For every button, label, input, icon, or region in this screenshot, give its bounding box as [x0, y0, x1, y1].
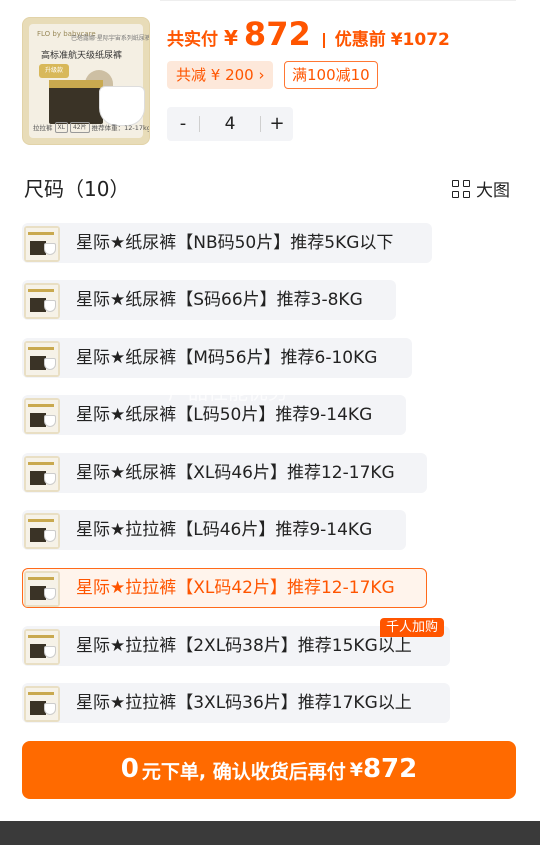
- package-weight: 推荐体重：12-17kg: [91, 124, 150, 132]
- size-option-label: 星际★拉拉裤【XL码42片】推荐12-17KG: [76, 578, 395, 598]
- original-price-value: ¥1072: [390, 30, 450, 50]
- top-divider: [160, 0, 516, 1]
- product-tagline: 巴塔露娜·星际宇宙系列纸尿裤: [71, 35, 150, 42]
- size-option[interactable]: 星际★纸尿裤【XL码46片】推荐12-17KG: [22, 453, 427, 493]
- diaper-box-image: [49, 80, 103, 124]
- buy-now-button[interactable]: 0 元下单, 确认收货后再付 ¥ 872: [22, 741, 516, 799]
- price-row: 共实付 ¥ 872 优惠前 ¥1072: [167, 15, 450, 55]
- size-option[interactable]: 星际★拉拉裤【L码46片】推荐9-14KG: [22, 510, 406, 550]
- cta-price: 872: [362, 754, 418, 784]
- decrement-button[interactable]: -: [167, 107, 199, 141]
- package-count: 42片: [69, 121, 90, 133]
- size-option-thumbnail: [24, 226, 60, 262]
- final-price-value: 872: [243, 15, 311, 53]
- big-view-label: 大图: [476, 181, 510, 201]
- size-option[interactable]: 星际★拉拉裤【3XL码36片】推荐17KG以上: [22, 683, 450, 723]
- final-price-currency: ¥: [224, 26, 238, 50]
- size-option[interactable]: 星际★纸尿裤【S码66片】推荐3-8KG: [22, 280, 396, 320]
- total-discount-button[interactable]: 共减 ¥ 200 ›: [167, 61, 274, 89]
- product-image-packaging: FLO by babycare 巴塔露娜·星际宇宙系列纸尿裤 高标准航天级纸尿裤…: [29, 24, 149, 138]
- size-option[interactable]: 星际★纸尿裤【L码50片】推荐9-14KG: [22, 395, 406, 435]
- package-size: XL: [54, 121, 68, 133]
- product-package-title: 高标准航天级纸尿裤: [41, 51, 123, 61]
- final-price-label: 共实付: [167, 30, 218, 50]
- size-option-thumbnail: [24, 341, 60, 377]
- increment-button[interactable]: +: [261, 107, 293, 141]
- popular-badge: 千人加购: [380, 618, 445, 637]
- product-image[interactable]: FLO by babycare 巴塔露娜·星际宇宙系列纸尿裤 高标准航天级纸尿裤…: [22, 17, 150, 145]
- product-package-badge: 升级款: [39, 64, 69, 78]
- size-option-thumbnail: [24, 571, 60, 607]
- big-view-toggle[interactable]: 大图: [452, 176, 510, 201]
- product-package-footer: 拉拉裤 XL 42片 推荐体重：12-17kg: [33, 120, 149, 134]
- cta-currency: ¥: [349, 759, 363, 781]
- size-option-label: 星际★纸尿裤【XL码46片】推荐12-17KG: [76, 463, 395, 483]
- price-divider: [322, 32, 325, 48]
- cta-text: 元下单, 确认收货后再付: [141, 760, 346, 783]
- size-option-thumbnail: [24, 629, 60, 665]
- size-option-label: 星际★纸尿裤【S码66片】推荐3-8KG: [76, 290, 363, 310]
- size-option[interactable]: 星际★纸尿裤【NB码50片】推荐5KG以下: [22, 223, 432, 263]
- quantity-input[interactable]: 4: [200, 114, 260, 134]
- size-option-thumbnail: [24, 398, 60, 434]
- grid-view-icon: [452, 179, 470, 198]
- quantity-stepper: - 4 +: [167, 107, 293, 141]
- bottom-system-bar: [0, 821, 540, 845]
- size-option[interactable]: 星际★纸尿裤【M码56片】推荐6-10KG: [22, 338, 412, 378]
- size-option-thumbnail: [24, 456, 60, 492]
- cta-zero: 0: [120, 754, 139, 784]
- size-option-thumbnail: [24, 283, 60, 319]
- size-option-label: 星际★纸尿裤【M码56片】推荐6-10KG: [76, 348, 378, 368]
- size-option-thumbnail: [24, 513, 60, 549]
- coupon-tag[interactable]: 满100减10: [284, 61, 378, 89]
- size-option-label: 星际★拉拉裤【2XL码38片】推荐15KG以上: [76, 636, 412, 656]
- size-option-label: 星际★拉拉裤【3XL码36片】推荐17KG以上: [76, 693, 412, 713]
- original-price-label: 优惠前: [334, 30, 386, 50]
- size-option-thumbnail: [24, 686, 60, 722]
- size-option-label: 星际★拉拉裤【L码46片】推荐9-14KG: [76, 520, 373, 540]
- size-option-selected[interactable]: 星际★拉拉裤【XL码42片】推荐12-17KG: [22, 568, 427, 608]
- size-option-label: 星际★纸尿裤【L码50片】推荐9-14KG: [76, 405, 373, 425]
- size-section-title: 尺码（10）: [24, 177, 130, 201]
- package-type: 拉拉裤: [33, 124, 53, 132]
- size-option-label: 星际★纸尿裤【NB码50片】推荐5KG以下: [76, 233, 394, 253]
